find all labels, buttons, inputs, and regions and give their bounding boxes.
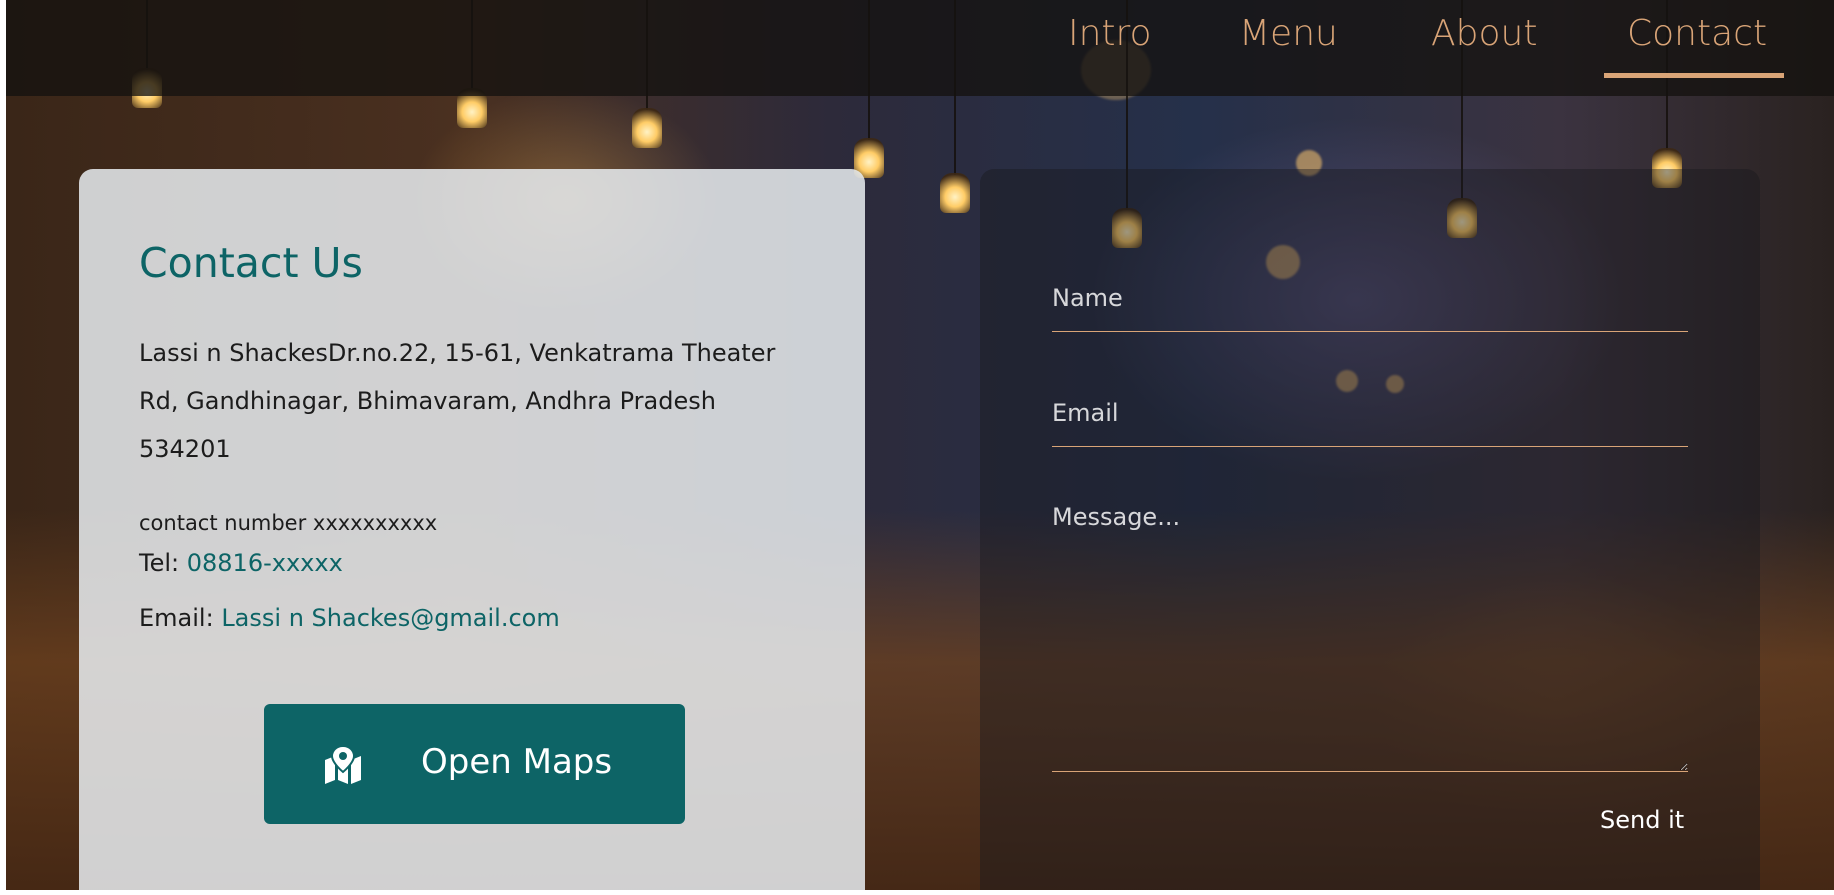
contact-info-card: Contact Us Lassi n ShackesDr.no.22, 15-6… (79, 169, 865, 890)
map-marker-icon (325, 746, 361, 784)
telephone-line: Tel: 08816-xxxxx (139, 549, 343, 577)
address-text: Lassi n ShackesDr.no.22, 15-61, Venkatra… (139, 339, 776, 463)
send-button[interactable]: Send it (1600, 806, 1684, 834)
page-background: Intro Menu About Contact Contact Us Lass… (6, 0, 1834, 890)
email-line: Email: Lassi n Shackes@gmail.com (139, 604, 560, 632)
contact-title: Contact Us (139, 239, 363, 287)
contact-number-text: contact number xxxxxxxxxx (139, 511, 438, 535)
email-label: Email: (139, 604, 214, 632)
nav-menu-link[interactable]: Menu (1239, 10, 1338, 58)
name-input[interactable] (1052, 265, 1688, 332)
open-maps-button[interactable]: Open Maps (264, 704, 685, 824)
top-navigation: Intro Menu About Contact (6, 0, 1834, 96)
nav-contact-link[interactable]: Contact (1627, 10, 1767, 58)
telephone-label: Tel: (139, 549, 180, 577)
email-input[interactable] (1052, 379, 1688, 447)
nav-about-link[interactable]: About (1431, 10, 1537, 58)
telephone-link[interactable]: 08816-xxxxx (187, 549, 343, 577)
active-nav-indicator (1604, 73, 1784, 78)
open-maps-label: Open Maps (421, 742, 613, 782)
email-link[interactable]: Lassi n Shackes@gmail.com (221, 604, 559, 632)
contact-form: Send it (980, 169, 1760, 890)
message-textarea[interactable] (1052, 495, 1688, 772)
nav-intro-link[interactable]: Intro (1068, 10, 1152, 58)
